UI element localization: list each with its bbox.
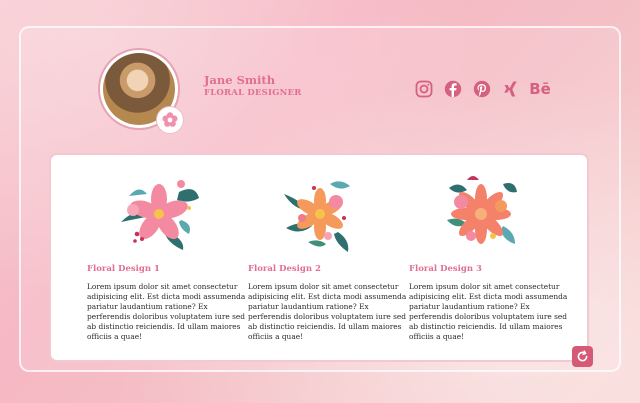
profile-role: FLORAL DESIGNER: [204, 88, 302, 98]
designs-card: Floral Design 1 Lorem ipsum dolor sit am…: [49, 153, 589, 362]
design-description: Lorem ipsum dolor sit amet consectetur a…: [87, 282, 246, 341]
xing-icon[interactable]: [501, 79, 521, 99]
floral-design-2-image: [284, 181, 350, 252]
floral-design-3-image: [447, 176, 517, 244]
design-title: Floral Design 3: [409, 264, 482, 274]
behance-icon[interactable]: Bē: [529, 79, 551, 99]
facebook-icon[interactable]: [443, 79, 463, 99]
design-description: Lorem ipsum dolor sit amet consectetur a…: [409, 282, 568, 341]
design-title: Floral Design 2: [248, 264, 321, 274]
instagram-icon[interactable]: [414, 79, 434, 99]
design-description: Lorem ipsum dolor sit amet consectetur a…: [248, 282, 407, 341]
social-links: Bē: [414, 79, 551, 99]
design-title: Floral Design 1: [87, 264, 160, 274]
profile-name: Jane Smith: [204, 73, 276, 87]
avatar: [100, 50, 184, 134]
pinterest-icon[interactable]: [472, 79, 492, 99]
floral-design-1-image: [121, 180, 199, 250]
refresh-button[interactable]: [572, 346, 593, 367]
flower-badge-icon: [156, 106, 184, 134]
refresh-icon: [577, 350, 588, 362]
